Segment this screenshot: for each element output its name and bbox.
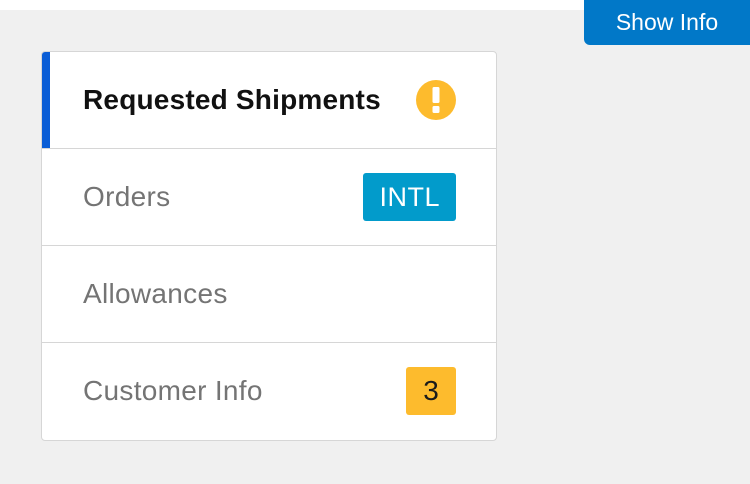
nav-item-label: Orders	[83, 181, 171, 212]
nav-item-label: Allowances	[83, 278, 228, 309]
count-badge: 3	[406, 367, 456, 415]
nav-item-label: Requested Shipments	[83, 84, 381, 115]
intl-tag: INTL	[363, 173, 456, 221]
nav-item-customer-info[interactable]: Customer Info 3	[42, 343, 496, 439]
sidebar-nav: Requested Shipments Orders INTL Allowanc…	[41, 51, 497, 441]
nav-item-allowances[interactable]: Allowances	[42, 246, 496, 343]
show-info-button[interactable]: Show Info	[584, 0, 750, 45]
nav-item-label: Customer Info	[83, 375, 263, 406]
nav-item-orders[interactable]: Orders INTL	[42, 149, 496, 246]
alert-icon	[416, 80, 456, 120]
nav-item-requested-shipments[interactable]: Requested Shipments	[42, 52, 496, 149]
